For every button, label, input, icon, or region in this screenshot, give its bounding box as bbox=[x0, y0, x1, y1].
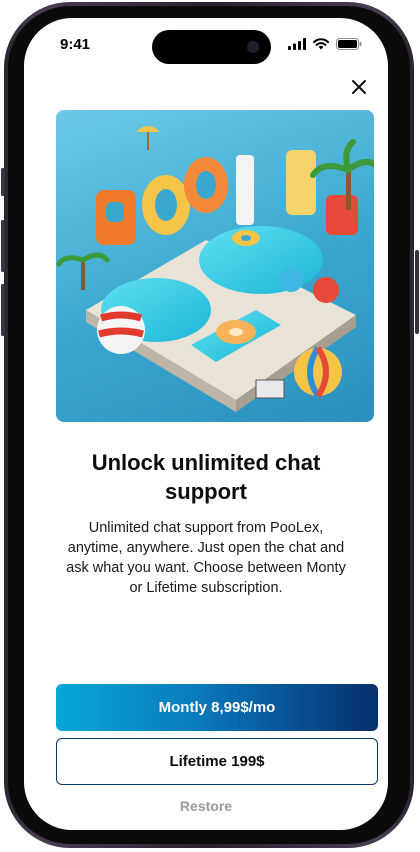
status-icons bbox=[288, 38, 362, 50]
camera-icon bbox=[247, 41, 259, 53]
volume-down-button bbox=[1, 284, 5, 336]
hero-illustration bbox=[56, 110, 374, 422]
paywall-title: Unlock unlimited chat support bbox=[91, 450, 321, 504]
status-bar: 9:41 bbox=[24, 18, 388, 70]
close-icon bbox=[352, 80, 366, 94]
signal-icon bbox=[288, 38, 306, 50]
paywall-description: Unlimited chat support from PooLex, anyt… bbox=[66, 520, 346, 596]
silent-switch bbox=[1, 168, 5, 196]
wifi-icon bbox=[313, 38, 329, 50]
close-button[interactable] bbox=[348, 76, 370, 98]
monthly-subscription-button[interactable]: Montly 8,99$/mo bbox=[56, 684, 378, 731]
power-button bbox=[415, 250, 419, 334]
volume-up-button bbox=[1, 220, 5, 272]
pool-illustration-image bbox=[56, 126, 374, 412]
battery-icon bbox=[336, 38, 362, 50]
screen: 9:41 Unlock unlimited chat support Unlim… bbox=[24, 18, 388, 830]
restore-button[interactable]: Restore bbox=[24, 798, 388, 814]
lifetime-subscription-button[interactable]: Lifetime 199$ bbox=[56, 738, 378, 785]
dynamic-island bbox=[152, 30, 271, 64]
status-time: 9:41 bbox=[60, 36, 91, 53]
